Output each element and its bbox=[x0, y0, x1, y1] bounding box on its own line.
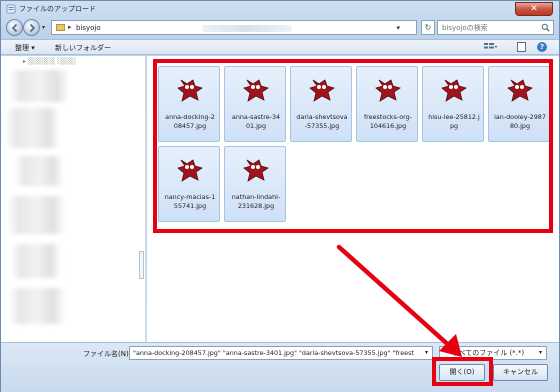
history-dropdown-icon[interactable]: ▾ bbox=[42, 24, 45, 31]
filename-dropdown-icon[interactable]: ▾ bbox=[425, 349, 428, 356]
navigation-pane[interactable]: ▸ ░░░░░░ ░░░░ bbox=[1, 56, 146, 342]
blurred-region bbox=[15, 156, 63, 186]
pane-splitter-handle[interactable] bbox=[139, 251, 144, 279]
view-options-icon[interactable] bbox=[484, 43, 498, 52]
blurred-region bbox=[11, 244, 61, 278]
open-button-highlight-annotation bbox=[432, 357, 493, 386]
arrow-left-icon bbox=[11, 23, 18, 33]
organize-button[interactable]: 整理 ▾ bbox=[15, 43, 35, 53]
new-folder-button[interactable]: 新しいフォルダー bbox=[55, 43, 111, 53]
arrow-right-icon bbox=[29, 23, 36, 33]
breadcrumb-separator-icon: ▸ bbox=[68, 23, 72, 31]
filetype-value: すべてのファイル (*.*) bbox=[452, 349, 525, 357]
command-toolbar: 整理 ▾ 新しいフォルダー ? bbox=[1, 39, 559, 55]
blurred-region bbox=[7, 196, 65, 234]
blurred-region bbox=[202, 25, 292, 32]
search-input[interactable] bbox=[442, 22, 538, 33]
cancel-button[interactable]: キャンセル bbox=[493, 364, 548, 381]
close-button[interactable]: ✕ bbox=[515, 2, 553, 16]
address-path[interactable]: bisyojo bbox=[76, 24, 101, 32]
refresh-icon: ↻ bbox=[424, 23, 432, 32]
filename-input[interactable]: "anna-docking-208457.jpg" "anna-sastre-3… bbox=[129, 346, 433, 360]
address-bar[interactable]: ▸ bisyojo ▾ bbox=[51, 20, 417, 35]
selection-highlight-annotation bbox=[153, 59, 553, 233]
blurred-region bbox=[9, 288, 65, 324]
filename-label: ファイル名(N): bbox=[83, 350, 132, 358]
forward-button[interactable] bbox=[23, 19, 40, 36]
file-upload-dialog: ファイルのアップロード ✕ ▾ ▸ bisyojo ▾ ↻ bisyojoの検索… bbox=[0, 0, 560, 392]
navigation-bar: ▾ ▸ bisyojo ▾ ↻ bbox=[1, 17, 559, 39]
title-bar: ファイルのアップロード ✕ bbox=[1, 1, 559, 17]
window-title: ファイルのアップロード bbox=[19, 5, 96, 13]
search-box[interactable] bbox=[437, 20, 554, 35]
tree-item[interactable]: ▸ ░░░░░░ ░░░░ bbox=[23, 58, 76, 65]
chevron-down-icon: ▾ bbox=[538, 349, 542, 356]
app-icon bbox=[6, 4, 16, 14]
refresh-button[interactable]: ↻ bbox=[421, 20, 435, 35]
chevron-down-icon[interactable]: ▾ bbox=[396, 24, 400, 32]
blurred-region bbox=[5, 108, 60, 148]
help-icon[interactable]: ? bbox=[537, 42, 547, 52]
search-icon bbox=[541, 23, 550, 32]
blurred-region bbox=[9, 70, 69, 102]
back-button[interactable] bbox=[6, 19, 23, 36]
folder-icon bbox=[56, 24, 65, 31]
preview-pane-icon[interactable] bbox=[517, 42, 526, 52]
